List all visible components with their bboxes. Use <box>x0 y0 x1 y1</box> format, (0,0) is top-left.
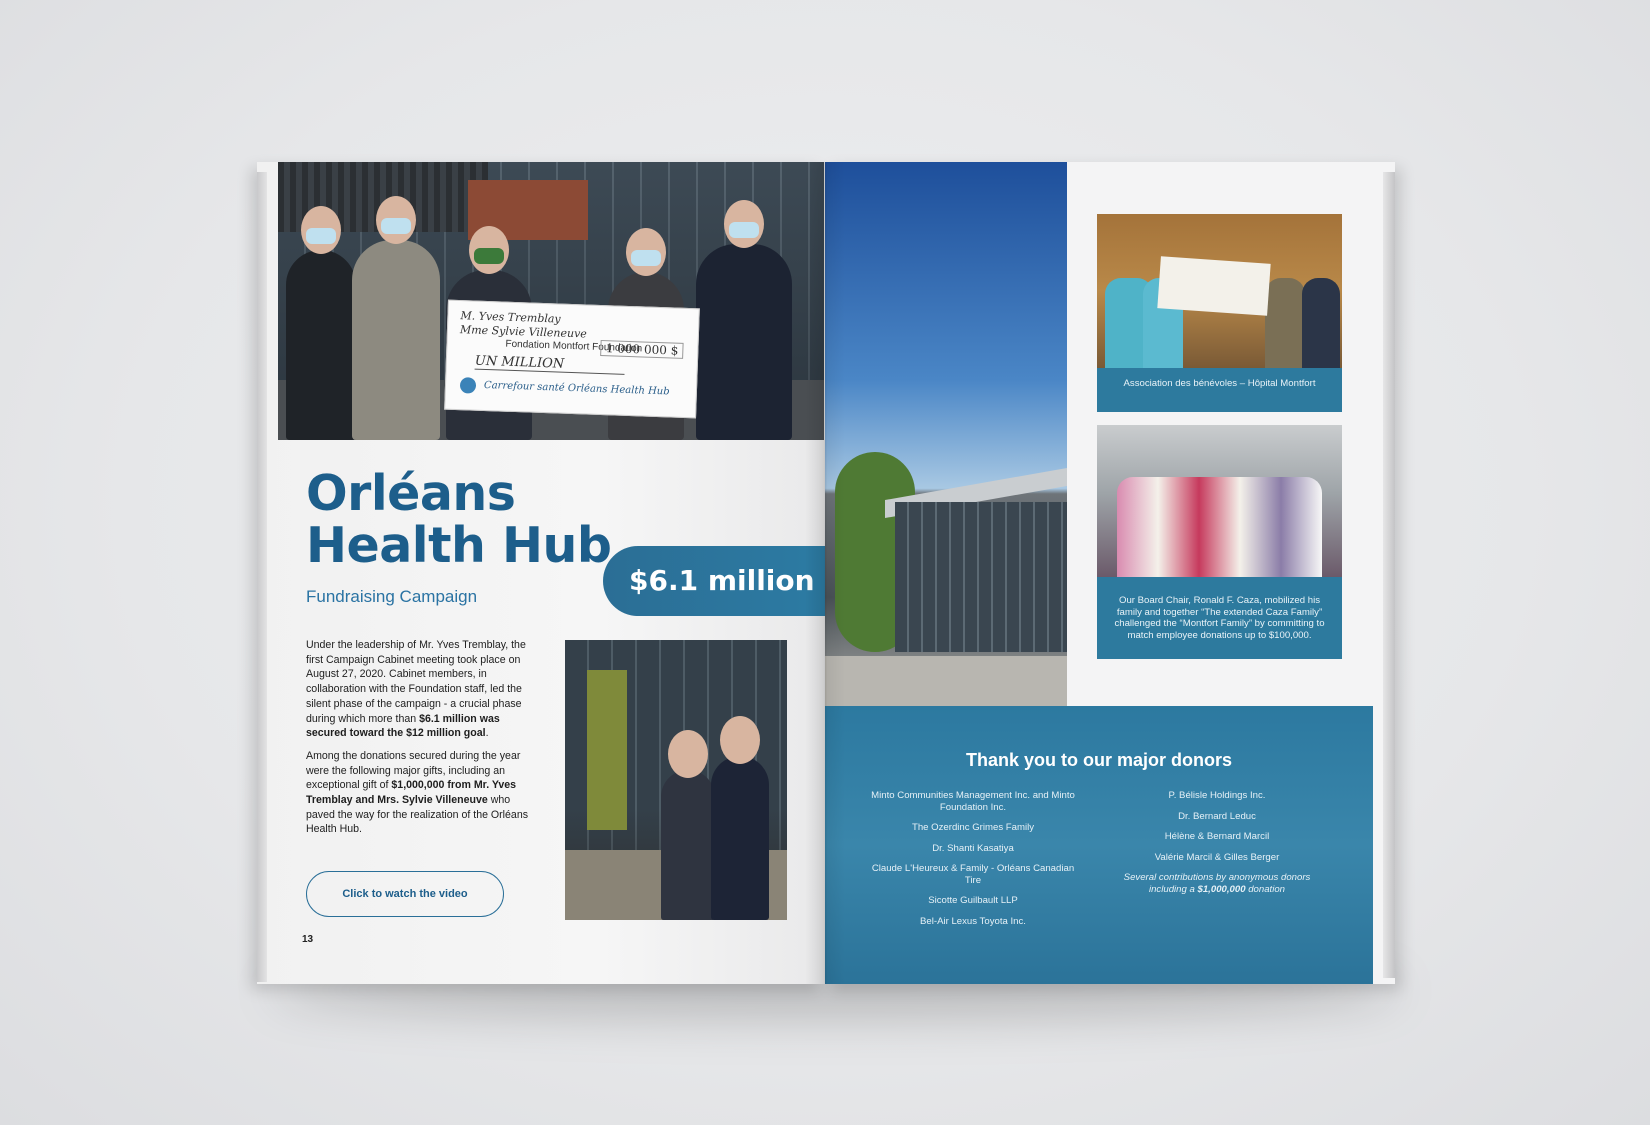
family-group <box>1117 477 1322 577</box>
cheque-line2: Mme Sylvie Villeneuve <box>459 323 588 341</box>
donors-column-2: P. Bélisle Holdings Inc. Dr. Bernard Led… <box>1117 790 1317 904</box>
title-line1: Orléans <box>306 465 516 522</box>
page-title: Orléans Health Hub <box>306 465 612 574</box>
donor-item: Bel-Air Lexus Toyota Inc. <box>920 915 1026 927</box>
donor-item: Claude L'Heureux & Family - Orléans Cana… <box>871 863 1075 886</box>
title-line2: Health Hub <box>306 517 612 574</box>
donors-title: Thank you to our major donors <box>965 750 1232 770</box>
cheque-payee: Carrefour santé Orléans Health Hub <box>483 379 670 398</box>
paragraph-1: Under the leadership of Mr. Yves Trembla… <box>306 639 526 740</box>
donor-item: P. Bélisle Holdings Inc. <box>1168 790 1266 801</box>
person <box>352 196 440 440</box>
couple-photo <box>565 640 787 920</box>
hub-logo-icon <box>459 377 477 394</box>
person <box>1302 278 1340 368</box>
person <box>1265 278 1305 368</box>
donor-item: Dr. Bernard Leduc <box>1178 810 1256 822</box>
body-text: Under the leadership of Mr. Yves Trembla… <box>306 638 536 845</box>
page-subtitle: Fundraising Campaign <box>306 587 478 606</box>
green-wall <box>587 670 627 830</box>
cheque-amount: 1 000 000 $ <box>600 340 684 359</box>
cheque <box>1157 256 1271 316</box>
volunteers-cheque-photo <box>1097 214 1342 368</box>
donor-item: Dr. Shanti Kasatiya <box>932 842 1014 854</box>
donor-item: Sicotte Guilbault LLP <box>928 895 1018 906</box>
family-caption: Our Board Chair, Ronald F. Caza, mobiliz… <box>1097 577 1342 659</box>
glass-facade <box>895 502 1067 652</box>
person <box>696 200 792 440</box>
donors-column-1: Minto Communities Management Inc. and Mi… <box>863 790 1083 936</box>
donors-panel: Thank you to our major donors Minto Comm… <box>825 706 1373 984</box>
donor-item: Hélène & Bernard Marcil <box>1164 831 1270 842</box>
walkway <box>825 656 1067 706</box>
volunteers-caption: Association des bénévoles – Hôpital Mont… <box>1097 368 1342 412</box>
cheque-amount-words: UN MILLION <box>474 353 626 375</box>
page-edge-right <box>1383 172 1395 978</box>
page-edge-left <box>257 172 267 982</box>
person <box>286 206 356 440</box>
health-hub-building-photo <box>825 162 1067 706</box>
cheque-presentation-photo: M. Yves Tremblay Mme Sylvie Villeneuve F… <box>278 162 824 440</box>
amount-pill: $6.1 million <box>603 546 825 616</box>
page-number: 13 <box>302 934 314 945</box>
watch-video-button[interactable]: Click to watch the video <box>306 871 504 917</box>
person <box>711 716 769 920</box>
person <box>661 730 715 920</box>
anonymous-donors-note: Several contributions by anonymous donor… <box>1123 872 1311 895</box>
donor-item: The Ozerdinc Grimes Family <box>911 822 1035 833</box>
caza-family-photo <box>1097 425 1342 577</box>
paragraph-2: Among the donations secured during the y… <box>306 749 529 836</box>
donor-item: Valérie Marcil & Gilles Berger <box>1154 851 1280 863</box>
ceremonial-cheque: M. Yves Tremblay Mme Sylvie Villeneuve F… <box>444 299 700 419</box>
donor-item: Minto Communities Management Inc. and Mi… <box>871 790 1075 813</box>
